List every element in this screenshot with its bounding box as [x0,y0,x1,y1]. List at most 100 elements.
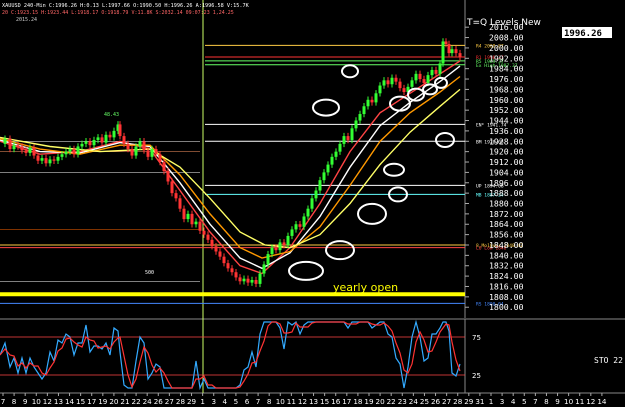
x-tick-label: 8 [544,397,549,406]
x-tick-label: 29 [187,397,197,406]
candle-body [286,235,290,245]
x-tick-label: 20 [376,397,386,406]
y-tick-label: 1944.00 [489,116,524,126]
candle-body [398,81,402,89]
candle-body [174,193,178,199]
candle-body [186,213,190,220]
candle-body [454,49,458,54]
candle-body [218,251,222,257]
y-tick-label: 1960.00 [489,95,524,105]
candle-body [130,149,134,156]
y-tick-label: 2008.00 [489,33,524,43]
candle-body [322,172,326,181]
x-tick-label: 27 [442,397,451,406]
x-tick-label: 1 [489,397,494,406]
candle-body [134,146,138,156]
chart-title: T=Q Levels New [466,18,541,28]
candle-body [422,79,426,83]
y-tick-label: 1968.00 [489,84,524,94]
candle-body [234,272,238,278]
candle-body [314,190,318,199]
candle-body [258,273,262,284]
chart-window: R4 2008.87 R1 1998.37 R5 1989.37 Ex High 19… [0,0,625,407]
candle-body [374,93,378,103]
x-tick-label: 19 [364,397,374,406]
candle-body [226,263,230,269]
x-tick-label: 23 [398,397,407,406]
candle-body [44,158,48,164]
candle-body [366,99,370,107]
candle-body [206,234,210,240]
y-tick-label: 1976.00 [489,74,524,84]
candle-body [230,268,234,273]
x-tick-label: 7 [533,397,538,406]
x-tick-label: 7 [1,397,6,406]
candle-body [242,278,246,282]
candle-body [250,279,254,283]
x-tick-label: 20 [109,397,119,406]
candle-body [450,49,454,54]
x-tick-label: 14 [597,397,607,406]
y-tick-label: 1896.00 [489,178,524,188]
candle-body [158,154,162,163]
y-tick-label: 1952.00 [489,105,524,115]
candle-body [36,155,40,161]
candle-body [266,254,270,265]
candle-body [378,85,382,94]
candle-body [441,41,445,64]
y-tick-label: 1800.00 [489,302,524,312]
x-tick-label: 15 [76,397,85,406]
y-tick-label: 1816.00 [489,281,524,291]
y-tick-label: 1832.00 [489,261,524,271]
candle-body [382,80,386,86]
candle-body [142,141,146,151]
x-tick-label: 27 [165,397,174,406]
x-tick-label: 4 [511,397,516,406]
candle-body [56,156,60,161]
candle-body [294,224,298,230]
y-tick-label: 1992.00 [489,53,524,63]
candle-body [52,159,56,161]
x-tick-label: 12 [586,397,595,406]
candle-body [76,146,80,155]
candle-body [447,44,451,54]
candle-body [430,69,434,76]
y-tick-label: 1912.00 [489,157,524,167]
candle-body [418,73,422,80]
y-tick-label: 2000.00 [489,43,524,53]
candle-body [318,180,322,191]
x-tick-label: 1 [200,397,205,406]
y-tick-label: 1880.00 [489,199,524,209]
x-tick-label: 31 [475,397,484,406]
y-tick-label: 1920.00 [489,147,524,157]
x-tick-label: 24 [409,397,419,406]
candle-body [100,137,104,143]
candle-body [60,154,64,157]
candle-body [190,213,194,225]
candle-body [358,114,362,121]
x-tick-label: 6 [245,397,250,406]
candle-body [306,208,310,217]
x-tick-label: 22 [387,397,396,406]
candle-body [426,75,430,83]
x-tick-label: 12 [298,397,307,406]
price-chart[interactable]: R4 2008.87R1 1998.37R5 1989.37Ex High 19… [0,0,625,407]
candle-body [64,151,68,155]
candle-body [274,247,278,251]
candle-body [88,141,92,146]
candle-body [182,208,186,220]
candle-body [210,239,214,247]
candle-body [12,145,16,150]
candle-body [24,150,28,153]
candle-body [410,80,414,87]
candle-body [3,138,7,144]
candle-body [298,224,302,227]
header-symbol-line: XAUUSD 240-Min C:1996.26 H:0.13 L:1997.6… [2,3,250,9]
x-tick-label: 16 [331,397,341,406]
candle-body [138,141,142,147]
y-tick-label: 1984.00 [489,64,524,74]
candle-body [278,242,282,251]
candle-body [108,134,112,138]
x-tick-label: 10 [276,397,286,406]
candle-body [346,136,350,140]
